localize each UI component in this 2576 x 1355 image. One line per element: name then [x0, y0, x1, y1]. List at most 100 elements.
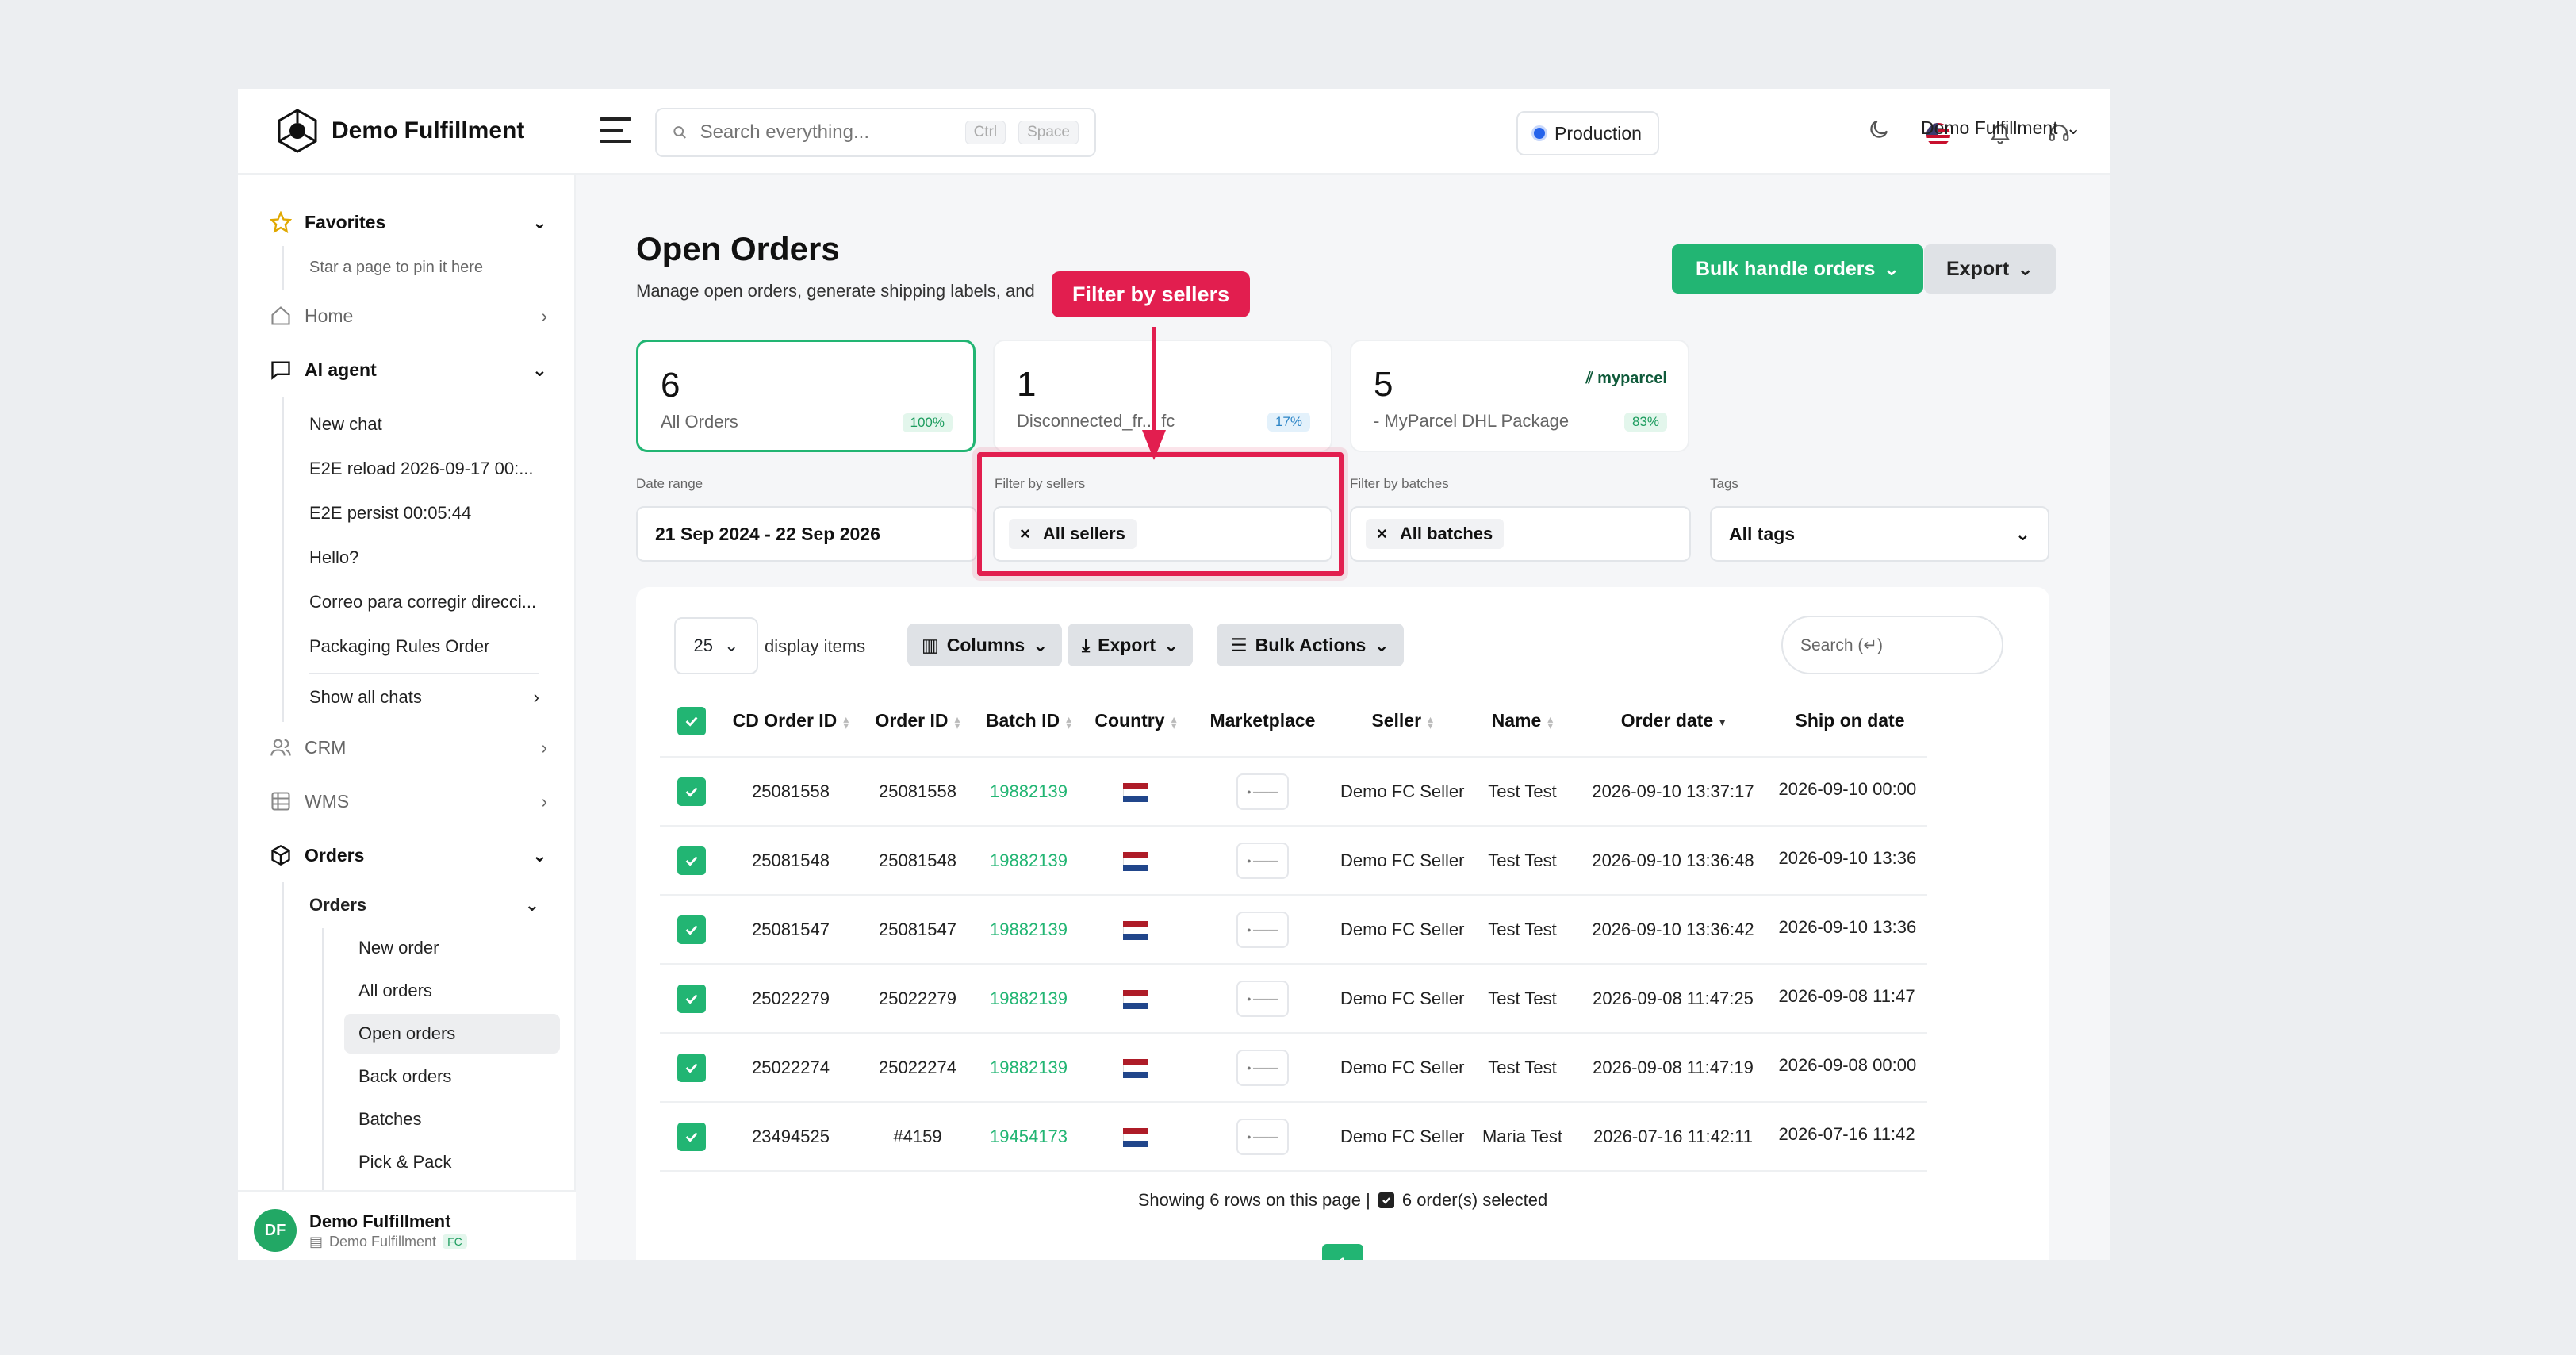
- environment-dot: [1534, 128, 1545, 139]
- table-row[interactable]: 25081558 25081558 19882139 ● ───── Demo FC S…: [660, 757, 1928, 827]
- cd-order-id-cell: 25081548: [723, 826, 858, 896]
- bulk-handle-orders-button[interactable]: Bulk handle orders ⌄: [1672, 244, 1924, 294]
- table-search-input[interactable]: Search (↵): [1781, 616, 2003, 674]
- summary-card-myparcel[interactable]: 5 ⫽ myparcel - MyParcel DHL Package 83%: [1350, 340, 1689, 452]
- table-row[interactable]: 25081548 25081548 19882139 ● ───── Demo FC S…: [660, 826, 1928, 896]
- sidebar-favorites[interactable]: Favorites ⌄: [270, 211, 547, 233]
- column-header-order-id[interactable]: Order ID ▴ ▾: [858, 685, 977, 758]
- seller-cell: Demo FC Seller: [1334, 964, 1471, 1034]
- sidebar-item-new-order[interactable]: New order: [344, 928, 560, 968]
- chat-item[interactable]: Correo para corregir direcci...: [309, 592, 539, 612]
- row-checkbox[interactable]: [660, 1033, 723, 1103]
- column-header-batch-id[interactable]: Batch ID ▴ ▾: [977, 685, 1080, 758]
- sidebar-ai-agent[interactable]: AI agent ⌄: [270, 359, 547, 381]
- column-header-name[interactable]: Name ▴ ▾: [1470, 685, 1574, 758]
- sidebar-item-orders[interactable]: Orders ⌄: [270, 844, 547, 866]
- row-checkbox[interactable]: [660, 964, 723, 1034]
- date-range-picker[interactable]: 21 Sep 2024 - 22 Sep 2026: [636, 506, 977, 562]
- batch-id-link[interactable]: 19882139: [977, 895, 1080, 965]
- sidebar-item-open-orders[interactable]: Open orders: [344, 1014, 560, 1054]
- tags-filter[interactable]: All tags ⌄: [1710, 506, 2049, 562]
- bulk-actions-button[interactable]: ☰ Bulk Actions ⌄: [1217, 624, 1404, 666]
- sidebar-item-all-orders[interactable]: All orders: [344, 971, 560, 1011]
- list-check-icon: ☰: [1231, 634, 1248, 655]
- chat-item[interactable]: Packaging Rules Order: [309, 636, 539, 657]
- chevron-right-icon: ›: [533, 687, 539, 707]
- batch-id-link[interactable]: 19882139: [977, 757, 1080, 827]
- page-number-button[interactable]: 1: [1322, 1244, 1363, 1260]
- chat-item[interactable]: Hello?: [309, 547, 539, 568]
- batch-id-link[interactable]: 19882139: [977, 964, 1080, 1034]
- show-all-chats-link[interactable]: Show all chats ›: [309, 687, 539, 708]
- table-row[interactable]: 25022279 25022279 19882139 ● ───── Demo FC S…: [660, 964, 1928, 1034]
- chevron-down-icon: ⌄: [531, 844, 547, 866]
- chevron-right-icon: ›: [541, 736, 547, 758]
- selected-checkbox-icon: [1378, 1192, 1394, 1208]
- sidebar-item-pick-pack[interactable]: Pick & Pack: [344, 1142, 560, 1182]
- batch-filter[interactable]: × All batches: [1350, 506, 1691, 562]
- column-header-cd-order-id[interactable]: CD Order ID ▴ ▾: [723, 685, 858, 758]
- sidebar-item-home[interactable]: Home ›: [270, 305, 547, 327]
- chat-item[interactable]: E2E persist 00:05:44: [309, 503, 539, 524]
- column-header-country[interactable]: Country ▴ ▾: [1080, 685, 1191, 758]
- close-icon[interactable]: ×: [1377, 524, 1387, 544]
- column-header-seller[interactable]: Seller ▴ ▾: [1334, 685, 1471, 758]
- sidebar-item-batches[interactable]: Batches: [344, 1100, 560, 1139]
- column-header-ship-on-date[interactable]: Ship on date: [1772, 685, 1928, 758]
- batch-filter-label: Filter by batches: [1350, 476, 1449, 491]
- row-checkbox[interactable]: [660, 757, 723, 827]
- sort-icon: ▾: [1719, 715, 1726, 728]
- per-page-select[interactable]: 25 ⌄: [674, 617, 758, 674]
- sidebar-item-wms[interactable]: WMS ›: [270, 790, 547, 812]
- columns-button[interactable]: ▥ Columns ⌄: [907, 624, 1063, 666]
- batch-chip[interactable]: × All batches: [1366, 519, 1505, 549]
- account-org: Demo Fulfillment: [329, 1233, 437, 1249]
- sidebar-item-crm[interactable]: CRM ›: [270, 736, 547, 758]
- table-row[interactable]: 25022274 25022274 19882139 ● ───── Demo FC S…: [660, 1033, 1928, 1103]
- export-button[interactable]: Export ⌄: [1924, 244, 2057, 294]
- global-search[interactable]: Ctrl Space: [655, 108, 1096, 157]
- user-menu[interactable]: Demo Fulfillment ⌄: [1921, 117, 2081, 139]
- per-page-value: 25: [693, 635, 714, 655]
- seller-cell: Demo FC Seller: [1334, 826, 1471, 896]
- users-icon: [270, 739, 291, 756]
- prev-page-icon[interactable]: ‹: [1285, 1254, 1290, 1260]
- order-id-cell: 25081558: [858, 757, 977, 827]
- sort-icon: ▴ ▾: [1428, 712, 1434, 731]
- menu-toggle-icon[interactable]: [600, 117, 631, 143]
- name-cell: Test Test: [1470, 895, 1574, 965]
- sidebar-item-back-orders[interactable]: Back orders: [344, 1057, 560, 1096]
- select-all-checkbox[interactable]: [660, 685, 723, 758]
- ship-date-cell: 2026-09-08 00:00: [1772, 1033, 1928, 1103]
- column-header-marketplace[interactable]: Marketplace: [1191, 685, 1334, 758]
- row-checkbox[interactable]: [660, 1102, 723, 1172]
- pagination: ‹ 1 ›: [636, 1244, 2049, 1260]
- table-export-button[interactable]: ⤓ Export ⌄: [1068, 624, 1194, 666]
- moon-icon[interactable]: [1867, 117, 1891, 145]
- batch-id-link[interactable]: 19882139: [977, 1033, 1080, 1103]
- account-footer[interactable]: DF Demo Fulfillment ▤ Demo Fulfillment F…: [238, 1190, 576, 1260]
- orders-submenu[interactable]: Orders ⌄: [309, 895, 539, 915]
- environment-badge[interactable]: Production: [1516, 111, 1659, 155]
- card-percent-badge: 83%: [1623, 413, 1667, 432]
- chat-item[interactable]: New chat: [309, 414, 539, 435]
- chevron-down-icon: ⌄: [531, 211, 547, 232]
- table-row[interactable]: 23494525 #4159 19454173 ● ───── Demo FC Sell…: [660, 1102, 1928, 1172]
- global-search-input[interactable]: [700, 121, 946, 144]
- annotation-arrow-icon: [1142, 327, 1166, 460]
- next-page-icon[interactable]: ›: [1395, 1254, 1401, 1260]
- row-checkbox[interactable]: [660, 826, 723, 896]
- table-row[interactable]: 25081547 25081547 19882139 ● ───── Demo FC S…: [660, 895, 1928, 965]
- brand-logo[interactable]: Demo Fulfillment: [274, 108, 524, 154]
- chat-item[interactable]: E2E reload 2026-09-17 00:...: [309, 459, 539, 479]
- sort-icon: ▴ ▾: [1066, 712, 1072, 731]
- name-cell: Test Test: [1470, 826, 1574, 896]
- dark-mode-moon-icon[interactable]: [2102, 117, 2110, 149]
- row-checkbox[interactable]: [660, 895, 723, 965]
- summary-card-all-orders[interactable]: 6 All Orders 100%: [636, 340, 976, 452]
- sort-icon: ▴ ▾: [954, 712, 960, 731]
- batch-id-link[interactable]: 19454173: [977, 1102, 1080, 1172]
- chevron-down-icon: ⌄: [1374, 634, 1390, 655]
- column-header-order-date[interactable]: Order date ▾: [1574, 685, 1773, 758]
- batch-id-link[interactable]: 19882139: [977, 826, 1080, 896]
